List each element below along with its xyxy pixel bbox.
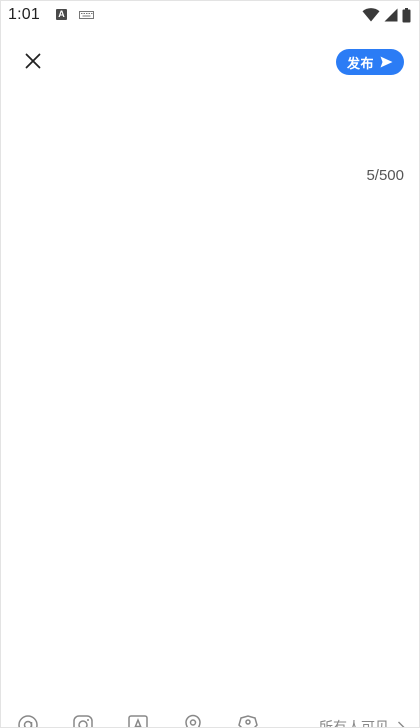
tag-icon[interactable]	[237, 714, 259, 728]
location-icon[interactable]	[182, 714, 204, 728]
battery-icon	[402, 7, 411, 22]
publish-button[interactable]: 发布	[336, 49, 404, 75]
status-bar: 1:01 A	[1, 1, 419, 31]
character-counter: 5/500	[366, 167, 404, 184]
text-style-icon[interactable]	[127, 714, 149, 728]
at-icon[interactable]	[17, 714, 39, 728]
a-badge-icon: A	[56, 9, 67, 20]
post-content-input[interactable]	[17, 93, 409, 163]
keyboard-icon	[79, 11, 94, 19]
post-editor-screen: 1:01 A 发布 5/500 所有人可见	[0, 0, 420, 728]
close-icon	[25, 53, 41, 69]
status-right-icons	[362, 7, 411, 23]
wifi-icon	[362, 8, 380, 22]
visibility-selector[interactable]: 所有人可见	[319, 717, 405, 728]
publish-label: 发布	[346, 56, 374, 72]
chevron-right-icon	[398, 721, 405, 727]
bottom-toolbar: 所有人可见	[1, 709, 419, 728]
signal-icon	[384, 8, 398, 22]
send-icon	[380, 56, 393, 68]
visibility-label: 所有人可见	[319, 720, 389, 728]
instagram-icon[interactable]	[72, 714, 94, 728]
status-time: 1:01	[8, 6, 40, 23]
close-button[interactable]	[21, 49, 45, 73]
